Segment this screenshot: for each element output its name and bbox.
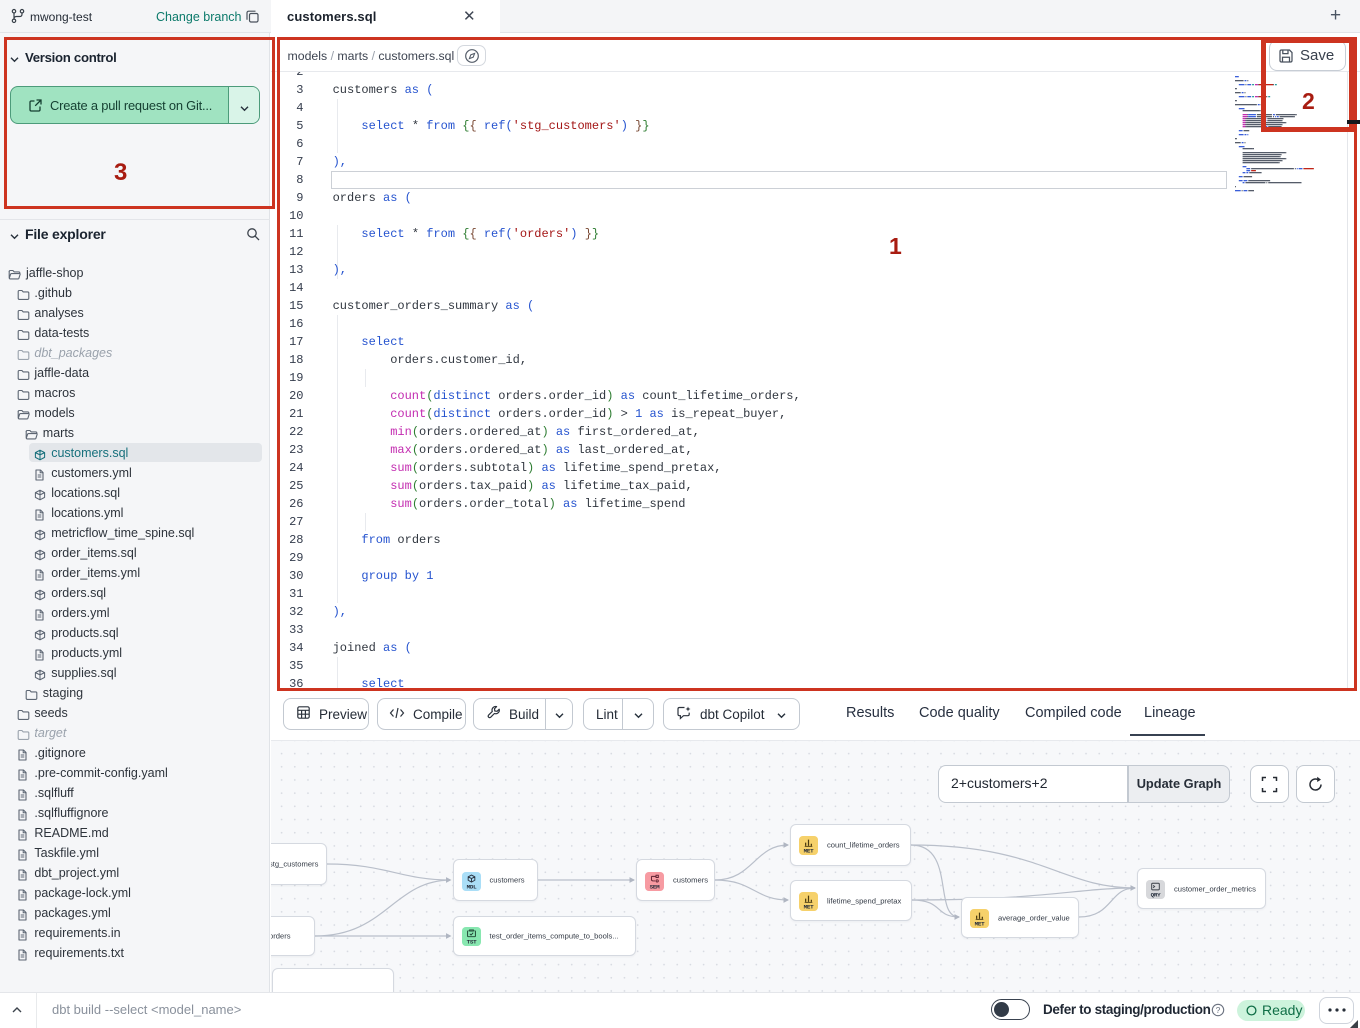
svg-text:MDL: MDL [466,883,476,890]
svg-text:TST: TST [466,939,476,946]
svg-text:MET: MET [804,903,814,910]
svg-text:QRY: QRY [1151,891,1161,898]
svg-text:?: ? [1216,1005,1221,1015]
svg-text:MET: MET [804,848,814,855]
svg-text:MET: MET [975,920,985,927]
svg-text:SEM: SEM [650,883,660,890]
